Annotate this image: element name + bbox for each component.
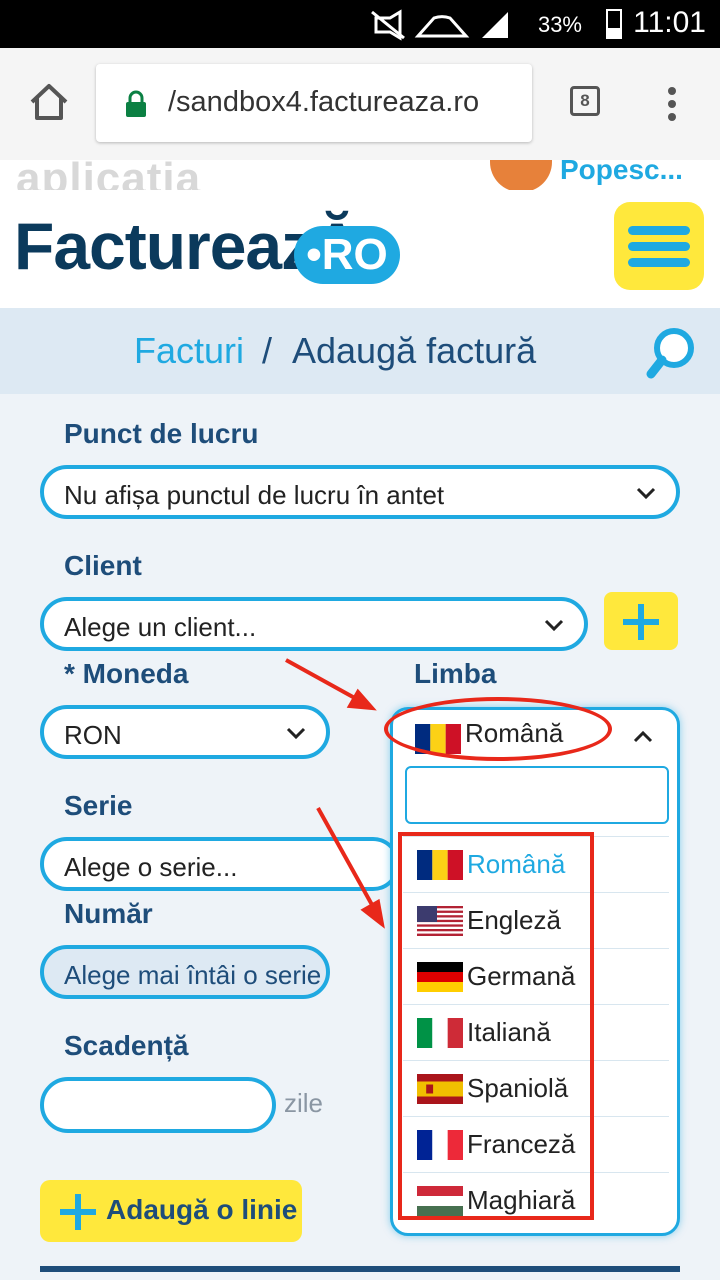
chevron-down-icon <box>544 619 564 632</box>
serie-placeholder: Alege o serie... <box>64 852 238 882</box>
numar-field: Alege mai întâi o serie <box>40 945 330 999</box>
browser-toolbar: /sandbox4.factureaza.ro 8 <box>0 48 720 160</box>
language-search-input[interactable] <box>405 766 669 824</box>
plus-icon <box>60 1194 96 1230</box>
annotation-ellipse <box>384 697 612 761</box>
hamburger-menu-button[interactable] <box>614 202 704 290</box>
lock-icon <box>126 90 146 117</box>
site-header: aplicația Popesc... FactureazĂ •RO <box>0 160 720 308</box>
home-icon[interactable] <box>28 82 70 122</box>
url-text: /sandbox4.factureaza.ro <box>168 86 480 118</box>
serie-label: Serie <box>64 790 133 821</box>
breadcrumb-separator: / <box>262 330 273 371</box>
clock: 11:01 <box>633 6 706 39</box>
address-bar[interactable]: /sandbox4.factureaza.ro <box>96 64 532 142</box>
tab-switcher-button[interactable]: 8 <box>570 86 600 116</box>
zile-unit: zile <box>284 1088 324 1118</box>
plus-icon <box>623 604 659 640</box>
battery-icon <box>606 9 622 39</box>
limba-label: Limba <box>414 658 497 689</box>
more-menu-icon[interactable] <box>664 86 680 122</box>
scadenta-input[interactable] <box>40 1077 276 1133</box>
numar-label: Număr <box>64 898 153 929</box>
chevron-down-icon <box>636 487 656 500</box>
divider <box>40 1266 680 1272</box>
logo-badge: •RO <box>294 226 400 284</box>
punct-de-lucru-value: Nu afișa punctul de lucru în antet <box>64 480 445 510</box>
add-line-button[interactable]: Adaugă o linie <box>40 1180 302 1242</box>
punct-de-lucru-select[interactable]: Nu afișa punctul de lucru în antet <box>40 465 680 519</box>
client-select[interactable]: Alege un client... <box>40 597 588 651</box>
chevron-down-icon <box>286 727 306 740</box>
user-name[interactable]: Popesc... <box>560 160 683 186</box>
moneda-select[interactable]: RON <box>40 705 330 759</box>
breadcrumb: Facturi / Adaugă factură <box>0 308 720 394</box>
moneda-label: * Moneda <box>64 658 189 689</box>
page-title: Adaugă factură <box>292 330 537 371</box>
client-label: Client <box>64 550 142 581</box>
add-client-button[interactable] <box>604 592 678 650</box>
punct-de-lucru-label: Punct de lucru <box>64 418 259 449</box>
add-line-label: Adaugă o linie <box>106 1194 298 1225</box>
annotation-box <box>398 832 594 1220</box>
user-avatar[interactable] <box>490 160 552 190</box>
numar-placeholder: Alege mai întâi o serie <box>64 960 322 990</box>
chevron-up-icon[interactable] <box>633 730 653 744</box>
moneda-value: RON <box>64 720 122 750</box>
scadenta-label: Scadență <box>64 1030 189 1061</box>
serie-select[interactable]: Alege o serie... <box>40 837 400 891</box>
search-icon[interactable] <box>646 326 698 382</box>
ghost-text: aplicația <box>16 160 202 190</box>
battery-percent: 33% <box>537 12 582 37</box>
status-bar: 33% 11:01 <box>0 0 720 48</box>
client-placeholder: Alege un client... <box>64 612 257 642</box>
breadcrumb-facturi-link[interactable]: Facturi <box>134 330 244 372</box>
status-icons <box>371 9 508 41</box>
